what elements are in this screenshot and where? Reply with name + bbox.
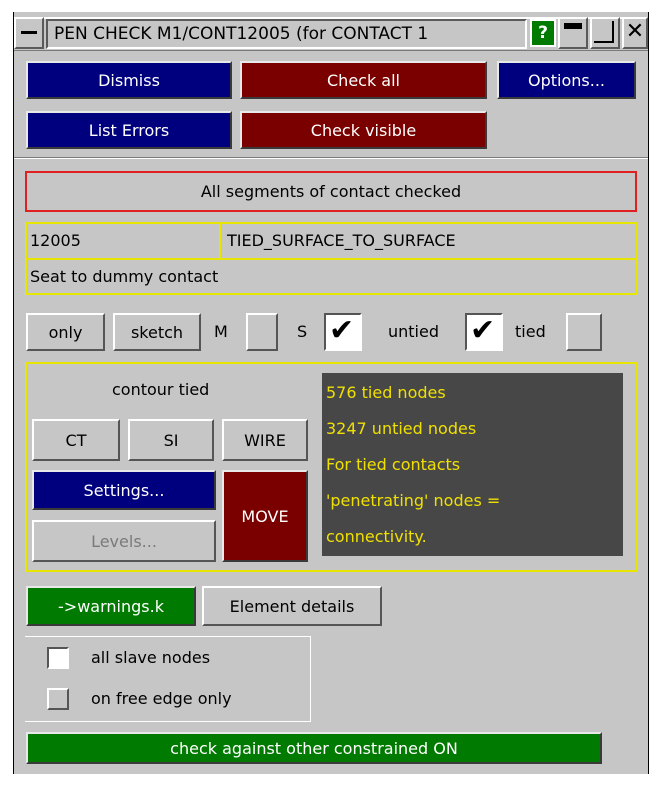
contour-heading: contour tied <box>112 380 210 399</box>
options-button[interactable]: Options... <box>497 61 636 99</box>
free-edge-only-checkbox[interactable] <box>47 688 69 710</box>
sketch-button[interactable]: sketch <box>113 313 201 351</box>
checkmark-icon: ✔ <box>329 313 355 348</box>
window-menu-button[interactable] <box>14 17 44 49</box>
untied-label: untied <box>388 322 439 341</box>
window-title: PEN CHECK M1/CONT12005 (for CONTACT 1 <box>46 19 527 49</box>
check-all-button[interactable]: Check all <box>240 61 487 99</box>
info-line: 576 tied nodes <box>326 383 446 402</box>
all-slave-nodes-label: all slave nodes <box>91 648 211 667</box>
ct-button[interactable]: CT <box>32 419 120 461</box>
info-line: 3247 untied nodes <box>326 419 477 438</box>
wire-button[interactable]: WIRE <box>222 419 308 461</box>
contact-type: TIED_SURFACE_TO_SURFACE <box>219 222 638 260</box>
warnings-button[interactable]: ->warnings.k <box>26 586 196 626</box>
move-button[interactable]: MOVE <box>222 470 308 562</box>
dismiss-button[interactable]: Dismiss <box>26 61 232 99</box>
minimize-button[interactable] <box>558 17 588 49</box>
s-label: S <box>297 322 308 341</box>
list-errors-button[interactable]: List Errors <box>26 111 232 149</box>
info-line: For tied contacts <box>326 455 461 474</box>
check-visible-button[interactable]: Check visible <box>240 111 487 149</box>
maximize-button[interactable] <box>590 17 620 49</box>
help-icon: ? <box>538 23 548 43</box>
element-details-button[interactable]: Element details <box>202 586 382 626</box>
close-icon: ✕ <box>625 19 645 44</box>
help-button[interactable]: ? <box>530 19 556 47</box>
info-panel: 576 tied nodes 3247 untied nodes For tie… <box>322 373 623 556</box>
window-menu-icon <box>21 31 37 34</box>
status-message: All segments of contact checked <box>25 171 637 212</box>
settings-button[interactable]: Settings... <box>32 470 216 510</box>
free-edge-only-label: on free edge only <box>91 689 232 708</box>
m-checkbox[interactable] <box>246 313 278 351</box>
m-label: M <box>214 322 228 341</box>
separator <box>14 157 648 159</box>
levels-button[interactable]: Levels... <box>32 520 216 562</box>
checkmark-icon: ✔ <box>470 313 496 348</box>
contact-id: 12005 <box>25 222 221 260</box>
constraint-toggle-button[interactable]: check against other constrained ON <box>26 732 602 764</box>
tied-checkbox[interactable] <box>566 313 602 351</box>
si-button[interactable]: SI <box>128 419 214 461</box>
untied-checkbox[interactable]: ✔ <box>465 313 503 351</box>
info-line: 'penetrating' nodes = <box>326 491 501 510</box>
all-slave-nodes-checkbox[interactable] <box>47 647 69 669</box>
contact-title: Seat to dummy contact <box>25 258 638 295</box>
tied-label: tied <box>515 322 546 341</box>
info-line: connectivity. <box>326 527 427 546</box>
close-button[interactable]: ✕ <box>622 17 648 49</box>
s-checkbox[interactable]: ✔ <box>324 313 362 351</box>
maximize-icon <box>594 21 614 43</box>
minimize-icon <box>564 23 582 29</box>
only-button[interactable]: only <box>26 313 105 351</box>
